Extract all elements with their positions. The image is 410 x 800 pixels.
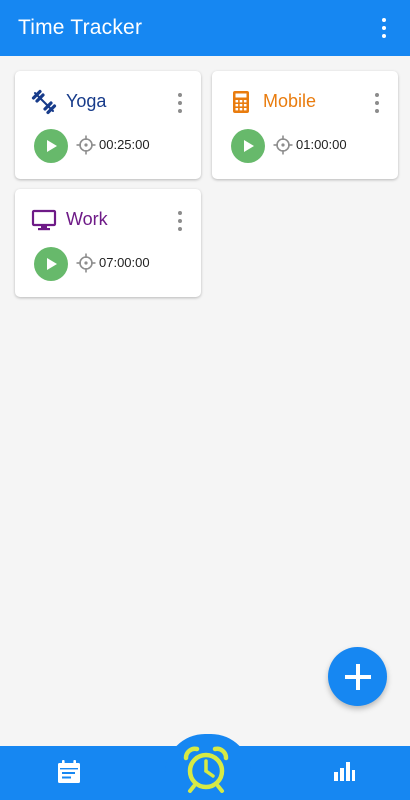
add-activity-button[interactable] <box>328 647 387 706</box>
play-icon <box>47 258 57 270</box>
app-title: Time Tracker <box>18 16 143 39</box>
target-icon <box>76 135 96 155</box>
play-icon <box>244 140 254 152</box>
nav-calendar-button[interactable] <box>54 758 84 786</box>
app-bar: Time Tracker <box>0 0 410 56</box>
monitor-icon <box>31 209 57 231</box>
nav-timer-button[interactable] <box>178 744 234 794</box>
nav-statistics-button[interactable] <box>330 758 358 784</box>
calendar-icon <box>58 760 80 783</box>
play-button[interactable] <box>34 247 68 281</box>
activity-card-work[interactable]: Work 07:00:00 <box>15 189 201 297</box>
target-icon <box>273 135 293 155</box>
alarm-clock-icon <box>183 746 229 793</box>
play-icon <box>47 140 57 152</box>
card-menu-icon[interactable] <box>175 211 185 231</box>
target-time: 01:00:00 <box>296 137 347 152</box>
target-time: 07:00:00 <box>99 255 150 270</box>
calculator-icon <box>233 91 249 113</box>
plus-icon <box>344 663 371 690</box>
overflow-menu-icon[interactable] <box>372 15 396 41</box>
target-icon <box>76 253 96 273</box>
activity-name: Yoga <box>66 91 107 111</box>
target-time: 00:25:00 <box>99 137 150 152</box>
activity-name: Work <box>66 209 108 229</box>
activity-name: Mobile <box>263 91 317 111</box>
activity-card-yoga[interactable]: Yoga 00:25:00 <box>15 71 201 179</box>
card-menu-icon[interactable] <box>175 93 185 113</box>
dumbbell-icon <box>31 89 57 115</box>
play-button[interactable] <box>231 129 265 163</box>
card-menu-icon[interactable] <box>372 93 382 113</box>
activity-card-mobile[interactable]: Mobile 01:00:00 <box>212 71 398 179</box>
bar-chart-icon <box>334 762 355 781</box>
play-button[interactable] <box>34 129 68 163</box>
